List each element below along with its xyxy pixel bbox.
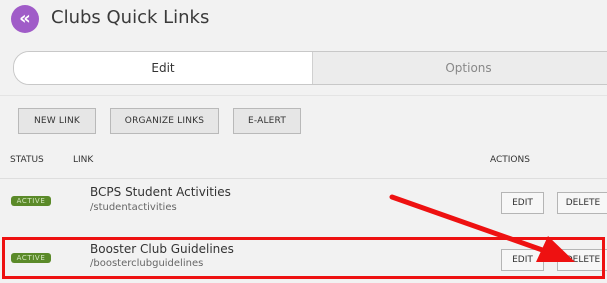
annotation-arrow-icon (389, 194, 575, 262)
arrow-shaft (389, 194, 551, 255)
